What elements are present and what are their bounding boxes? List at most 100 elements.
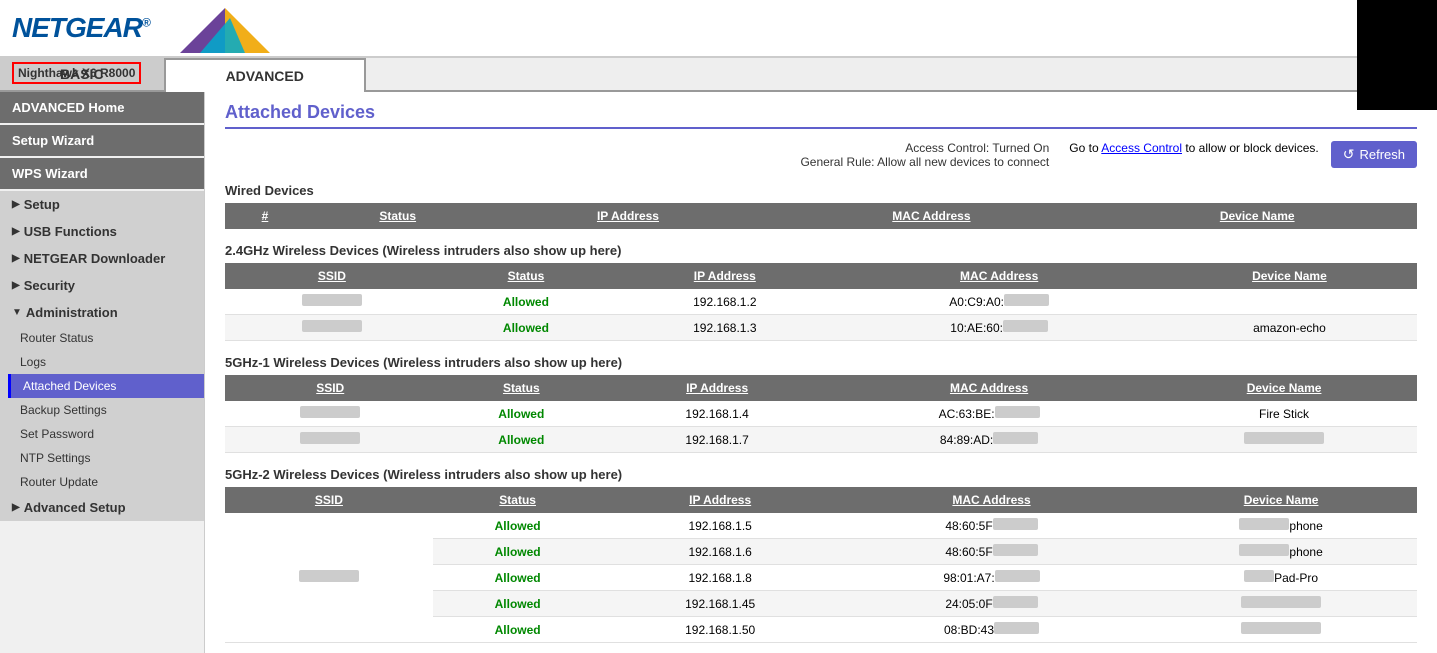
sidebar-item-wps-wizard[interactable]: WPS Wizard	[0, 158, 204, 189]
admin-arrow: ▼	[12, 307, 22, 318]
w5g2-col-name: Device Name	[1145, 487, 1417, 513]
sidebar-item-attached-devices[interactable]: Attached Devices	[8, 374, 204, 398]
name-cell: phone	[1145, 513, 1417, 539]
page-title: Attached Devices	[225, 102, 1417, 129]
w24-col-name: Device Name	[1162, 263, 1417, 289]
name-blur	[1244, 570, 1274, 582]
mac-cell: 48:60:5F	[838, 513, 1145, 539]
ip-cell: 192.168.1.3	[613, 315, 836, 341]
sidebar-group-admin: ▼ Administration Router Status Logs Atta…	[0, 299, 204, 494]
name-blur	[1244, 432, 1324, 444]
sidebar-group-admin-header[interactable]: ▼ Administration	[0, 299, 204, 326]
w5g2-col-ssid: SSID	[225, 487, 433, 513]
w24-col-mac: MAC Address	[836, 263, 1161, 289]
wireless-24-table: SSID Status IP Address MAC Address Devic…	[225, 263, 1417, 341]
mac-blur	[993, 596, 1038, 608]
ip-cell: 192.168.1.5	[602, 513, 837, 539]
status-allowed: Allowed	[498, 407, 544, 421]
mac-blur	[993, 432, 1038, 444]
name-cell	[1151, 427, 1417, 453]
sidebar-item-set-password[interactable]: Set Password	[8, 422, 204, 446]
name-cell: amazon-echo	[1162, 315, 1417, 341]
sidebar-item-router-status[interactable]: Router Status	[8, 326, 204, 350]
w5g2-col-mac: MAC Address	[838, 487, 1145, 513]
status-allowed: Allowed	[495, 623, 541, 637]
wired-col-status: Status	[305, 203, 491, 229]
tab-bar: BASIC ADVANCED	[0, 58, 1437, 92]
w5g2-col-ip: IP Address	[602, 487, 837, 513]
wired-col-mac: MAC Address	[765, 203, 1097, 229]
access-control-link[interactable]: Access Control	[1101, 141, 1182, 155]
downloader-arrow: ▶	[12, 253, 20, 264]
table-row: Allowed 192.168.1.7 84:89:AD:	[225, 427, 1417, 453]
sidebar-group-security-header[interactable]: ▶ Security	[0, 272, 204, 299]
status-cell: Allowed	[433, 513, 603, 539]
status-allowed: Allowed	[495, 519, 541, 533]
access-prefix: Go to	[1069, 141, 1101, 155]
status-allowed: Allowed	[495, 545, 541, 559]
admin-items: Router Status Logs Attached Devices Back…	[0, 326, 204, 494]
ssid-blur	[300, 432, 360, 444]
w5g1-col-ssid: SSID	[225, 375, 435, 401]
admin-label: Administration	[26, 305, 118, 320]
sidebar-item-advanced-home[interactable]: ADVANCED Home	[0, 92, 204, 123]
status-cell: Allowed	[433, 617, 603, 643]
access-control-text: Go to Access Control to allow or block d…	[1069, 141, 1318, 155]
sidebar-item-backup-settings[interactable]: Backup Settings	[8, 398, 204, 422]
usb-label: USB Functions	[24, 224, 117, 239]
sidebar-item-setup-wizard[interactable]: Setup Wizard	[0, 125, 204, 156]
mac-blur	[993, 544, 1038, 556]
tab-advanced[interactable]: ADVANCED	[164, 58, 366, 92]
status-cell: Allowed	[433, 565, 603, 591]
table-row: Allowed 192.168.1.2 A0:C9:A0:	[225, 289, 1417, 315]
mac-blur	[1004, 294, 1049, 306]
access-info: Access Control: Turned On General Rule: …	[800, 141, 1049, 169]
status-allowed: Allowed	[498, 433, 544, 447]
wired-col-name: Device Name	[1097, 203, 1417, 229]
status-allowed: Allowed	[495, 597, 541, 611]
ssid-blur	[302, 294, 362, 306]
w24-col-ip: IP Address	[613, 263, 836, 289]
ip-cell: 192.168.1.7	[607, 427, 827, 453]
wired-col-ip: IP Address	[491, 203, 766, 229]
w5g2-col-status: Status	[433, 487, 603, 513]
ssid-blur	[302, 320, 362, 332]
access-suffix: to allow or block devices.	[1182, 141, 1319, 155]
sidebar-item-router-update[interactable]: Router Update	[8, 470, 204, 494]
wired-table: # Status IP Address MAC Address Device N…	[225, 203, 1417, 229]
downloader-label: NETGEAR Downloader	[24, 251, 166, 266]
w5g1-col-ip: IP Address	[607, 375, 827, 401]
status-cell: Allowed	[433, 591, 603, 617]
wireless-24-section-title: 2.4GHz Wireless Devices (Wireless intrud…	[225, 243, 1417, 258]
ssid-cell	[225, 289, 439, 315]
status-cell: Allowed	[439, 289, 613, 315]
refresh-button[interactable]: ↺ Refresh	[1331, 141, 1417, 168]
advanced-setup-arrow: ▶	[12, 502, 20, 513]
wireless-5g1-table: SSID Status IP Address MAC Address Devic…	[225, 375, 1417, 453]
refresh-icon: ↺	[1343, 146, 1355, 163]
sidebar: ADVANCED Home Setup Wizard WPS Wizard ▶ …	[0, 92, 205, 653]
access-control-status: Access Control: Turned On	[800, 141, 1049, 155]
ip-cell: 192.168.1.4	[607, 401, 827, 427]
sidebar-group-setup-header[interactable]: ▶ Setup	[0, 191, 204, 218]
sidebar-item-logs[interactable]: Logs	[8, 350, 204, 374]
sidebar-group-advanced-setup-header[interactable]: ▶ Advanced Setup	[0, 494, 204, 521]
sidebar-group-usb-header[interactable]: ▶ USB Functions	[0, 218, 204, 245]
main-content: Attached Devices Access Control: Turned …	[205, 92, 1437, 653]
status-allowed: Allowed	[503, 295, 549, 309]
mac-blur	[995, 406, 1040, 418]
ssid-cell	[225, 315, 439, 341]
w5g1-col-mac: MAC Address	[827, 375, 1151, 401]
status-allowed: Allowed	[495, 571, 541, 585]
layout: ADVANCED Home Setup Wizard WPS Wizard ▶ …	[0, 92, 1437, 653]
sidebar-item-ntp-settings[interactable]: NTP Settings	[8, 446, 204, 470]
sidebar-group-downloader: ▶ NETGEAR Downloader	[0, 245, 204, 272]
w24-col-ssid: SSID	[225, 263, 439, 289]
status-cell: Allowed	[435, 427, 607, 453]
sidebar-group-advanced-setup: ▶ Advanced Setup	[0, 494, 204, 521]
mac-cell: A0:C9:A0:	[836, 289, 1161, 315]
sidebar-group-downloader-header[interactable]: ▶ NETGEAR Downloader	[0, 245, 204, 272]
mac-blur	[993, 518, 1038, 530]
mac-cell: 84:89:AD:	[827, 427, 1151, 453]
status-allowed: Allowed	[503, 321, 549, 335]
